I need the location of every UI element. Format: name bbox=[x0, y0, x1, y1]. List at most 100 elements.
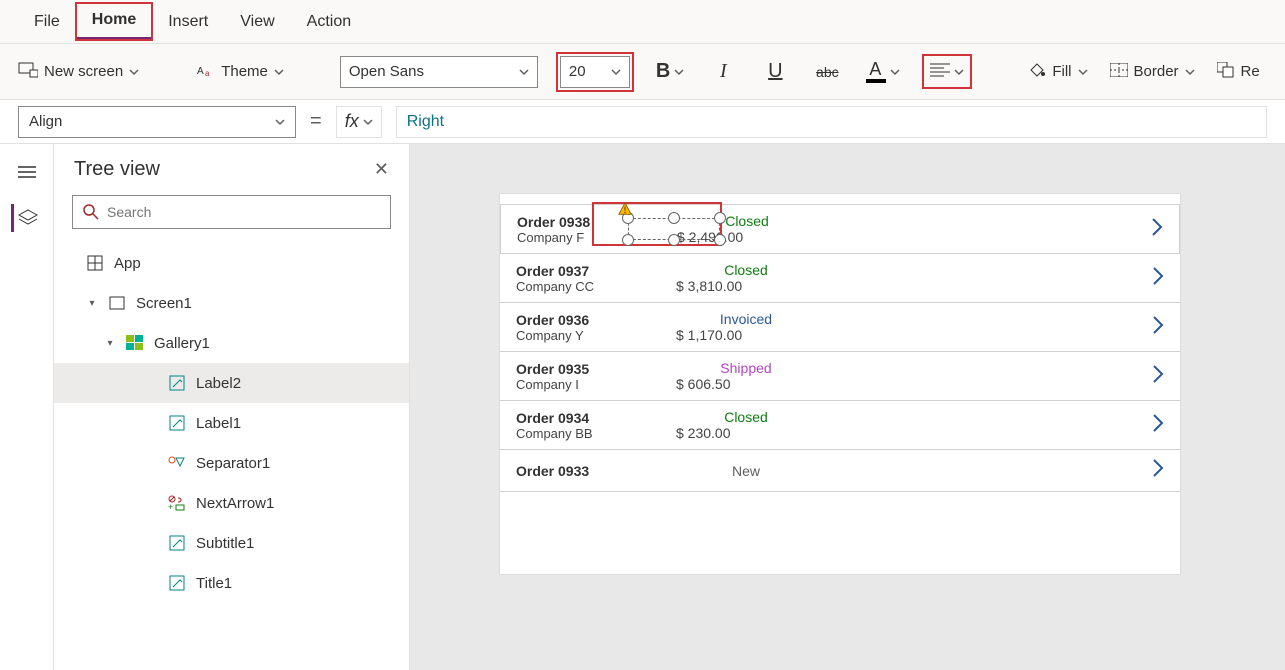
status-label: Closed bbox=[677, 213, 817, 229]
menu-file[interactable]: File bbox=[18, 5, 76, 39]
next-arrow-icon[interactable] bbox=[1134, 364, 1164, 389]
menu-view[interactable]: View bbox=[224, 5, 290, 39]
main-menu-bar: File Home Insert View Action bbox=[0, 0, 1285, 44]
reorder-icon bbox=[1217, 62, 1235, 82]
reorder-button[interactable]: Re bbox=[1215, 58, 1262, 86]
font-size-value: 20 bbox=[569, 63, 586, 80]
tree-node-label2[interactable]: Label2 bbox=[54, 363, 409, 403]
tree-node-nextarrow1[interactable]: + NextArrow1 bbox=[54, 483, 409, 523]
gallery-row[interactable]: Order 0937Company CCClosed$ 3,810.00 bbox=[500, 254, 1180, 303]
company-name: Company Y bbox=[516, 328, 676, 343]
new-screen-label: New screen bbox=[44, 63, 123, 80]
menu-home[interactable]: Home bbox=[76, 3, 152, 40]
font-color-button[interactable]: A bbox=[862, 57, 904, 87]
status-label: Closed bbox=[676, 409, 816, 425]
gallery-row[interactable]: Order 0933New bbox=[500, 450, 1180, 492]
tree: App ▾ Screen1 ▾ Gallery1 Label2 bbox=[54, 239, 409, 603]
next-arrow-icon[interactable] bbox=[1134, 266, 1164, 291]
theme-button[interactable]: Aa Theme bbox=[195, 58, 286, 86]
tree-label: Screen1 bbox=[136, 295, 192, 312]
next-arrow-icon[interactable] bbox=[1134, 413, 1164, 438]
ribbon: New screen Aa Theme Open Sans 20 B I U a… bbox=[0, 44, 1285, 100]
fx-button[interactable]: fx bbox=[336, 106, 382, 138]
company-name: Company I bbox=[516, 377, 676, 392]
order-title: Order 0937 bbox=[516, 263, 676, 279]
price-label: $ 3,810.00 bbox=[676, 278, 816, 294]
app-icon bbox=[86, 254, 104, 272]
formula-value: Right bbox=[407, 113, 444, 131]
chevron-down-icon bbox=[954, 67, 964, 77]
bold-icon: B bbox=[656, 60, 670, 83]
border-button[interactable]: Border bbox=[1108, 59, 1197, 85]
new-screen-icon bbox=[18, 62, 38, 82]
tree-view-title: Tree view bbox=[74, 158, 160, 181]
formula-input[interactable]: Right bbox=[396, 106, 1267, 138]
rail-tree-view[interactable] bbox=[11, 204, 39, 232]
expander-icon[interactable]: ▾ bbox=[104, 338, 116, 349]
chevron-down-icon bbox=[275, 117, 285, 127]
tree-node-title1[interactable]: Title1 bbox=[54, 563, 409, 603]
tree-node-app[interactable]: App bbox=[54, 243, 409, 283]
price-label: $ 2,490.00 bbox=[677, 229, 817, 245]
rail-hamburger[interactable] bbox=[13, 158, 41, 186]
tree-label: Label1 bbox=[196, 415, 241, 432]
close-icon[interactable]: ✕ bbox=[374, 159, 389, 180]
svg-text:a: a bbox=[205, 69, 210, 78]
separator-icon bbox=[168, 454, 186, 472]
menu-action[interactable]: Action bbox=[291, 5, 367, 39]
tree-node-label1[interactable]: Label1 bbox=[54, 403, 409, 443]
svg-text:+: + bbox=[168, 502, 173, 511]
gallery-row[interactable]: Order 0938Company FClosed$ 2,490.00 bbox=[500, 204, 1180, 254]
order-title: Order 0934 bbox=[516, 410, 676, 426]
tree-node-subtitle1[interactable]: Subtitle1 bbox=[54, 523, 409, 563]
tree-search[interactable] bbox=[72, 195, 391, 229]
chevron-down-icon bbox=[890, 67, 900, 77]
strikethrough-button[interactable]: abc bbox=[810, 55, 844, 89]
bold-button[interactable]: B bbox=[652, 56, 688, 87]
underline-button[interactable]: U bbox=[758, 55, 792, 89]
gallery-row[interactable]: Order 0936Company YInvoiced$ 1,170.00 bbox=[500, 303, 1180, 352]
tree-node-separator1[interactable]: Separator1 bbox=[54, 443, 409, 483]
italic-button[interactable]: I bbox=[706, 55, 740, 89]
design-canvas[interactable]: Order 0938Company FClosed$ 2,490.00Order… bbox=[410, 144, 1285, 670]
gallery-preview[interactable]: Order 0938Company FClosed$ 2,490.00Order… bbox=[500, 194, 1180, 492]
fill-button[interactable]: Fill bbox=[1026, 57, 1089, 87]
property-select[interactable]: Align bbox=[18, 106, 296, 138]
gallery-row[interactable]: Order 0934Company BBClosed$ 230.00 bbox=[500, 401, 1180, 450]
tree-label: Label2 bbox=[196, 375, 241, 392]
expander-icon[interactable]: ▾ bbox=[86, 298, 98, 309]
company-name: Company F bbox=[517, 230, 677, 245]
tree-label: Title1 bbox=[196, 575, 232, 592]
label-icon bbox=[168, 574, 186, 592]
chevron-down-icon bbox=[274, 67, 284, 77]
menu-insert[interactable]: Insert bbox=[152, 5, 224, 39]
tree-view-panel: Tree view ✕ App ▾ Screen1 ▾ Gal bbox=[54, 144, 410, 670]
order-title: Order 0935 bbox=[516, 361, 676, 377]
tree-node-gallery1[interactable]: ▾ Gallery1 bbox=[54, 323, 409, 363]
italic-icon: I bbox=[720, 60, 727, 83]
screen-preview[interactable]: Order 0938Company FClosed$ 2,490.00Order… bbox=[500, 194, 1180, 574]
border-label: Border bbox=[1134, 63, 1179, 80]
left-rail bbox=[0, 144, 54, 670]
font-color-icon: A bbox=[866, 61, 886, 83]
next-arrow-icon[interactable] bbox=[1134, 458, 1164, 483]
text-align-button[interactable] bbox=[926, 58, 968, 85]
next-arrow-icon[interactable] bbox=[1133, 217, 1163, 242]
align-highlight bbox=[922, 54, 972, 89]
next-arrow-icon[interactable] bbox=[1134, 315, 1164, 340]
search-icon bbox=[83, 204, 99, 220]
fill-icon bbox=[1028, 61, 1046, 83]
border-icon bbox=[1110, 63, 1128, 81]
tree-search-input[interactable] bbox=[107, 204, 380, 220]
hamburger-icon bbox=[18, 165, 36, 179]
theme-icon: Aa bbox=[197, 62, 215, 82]
label-icon bbox=[168, 534, 186, 552]
status-label: Closed bbox=[676, 262, 816, 278]
tree-node-screen1[interactable]: ▾ Screen1 bbox=[54, 283, 409, 323]
gallery-row[interactable]: Order 0935Company IShipped$ 606.50 bbox=[500, 352, 1180, 401]
font-name-select[interactable]: Open Sans bbox=[340, 56, 538, 88]
order-title: Order 0933 bbox=[516, 463, 676, 479]
new-screen-button[interactable]: New screen bbox=[16, 58, 141, 86]
chevron-down-icon bbox=[1185, 67, 1195, 77]
font-size-select[interactable]: 20 bbox=[560, 56, 630, 88]
